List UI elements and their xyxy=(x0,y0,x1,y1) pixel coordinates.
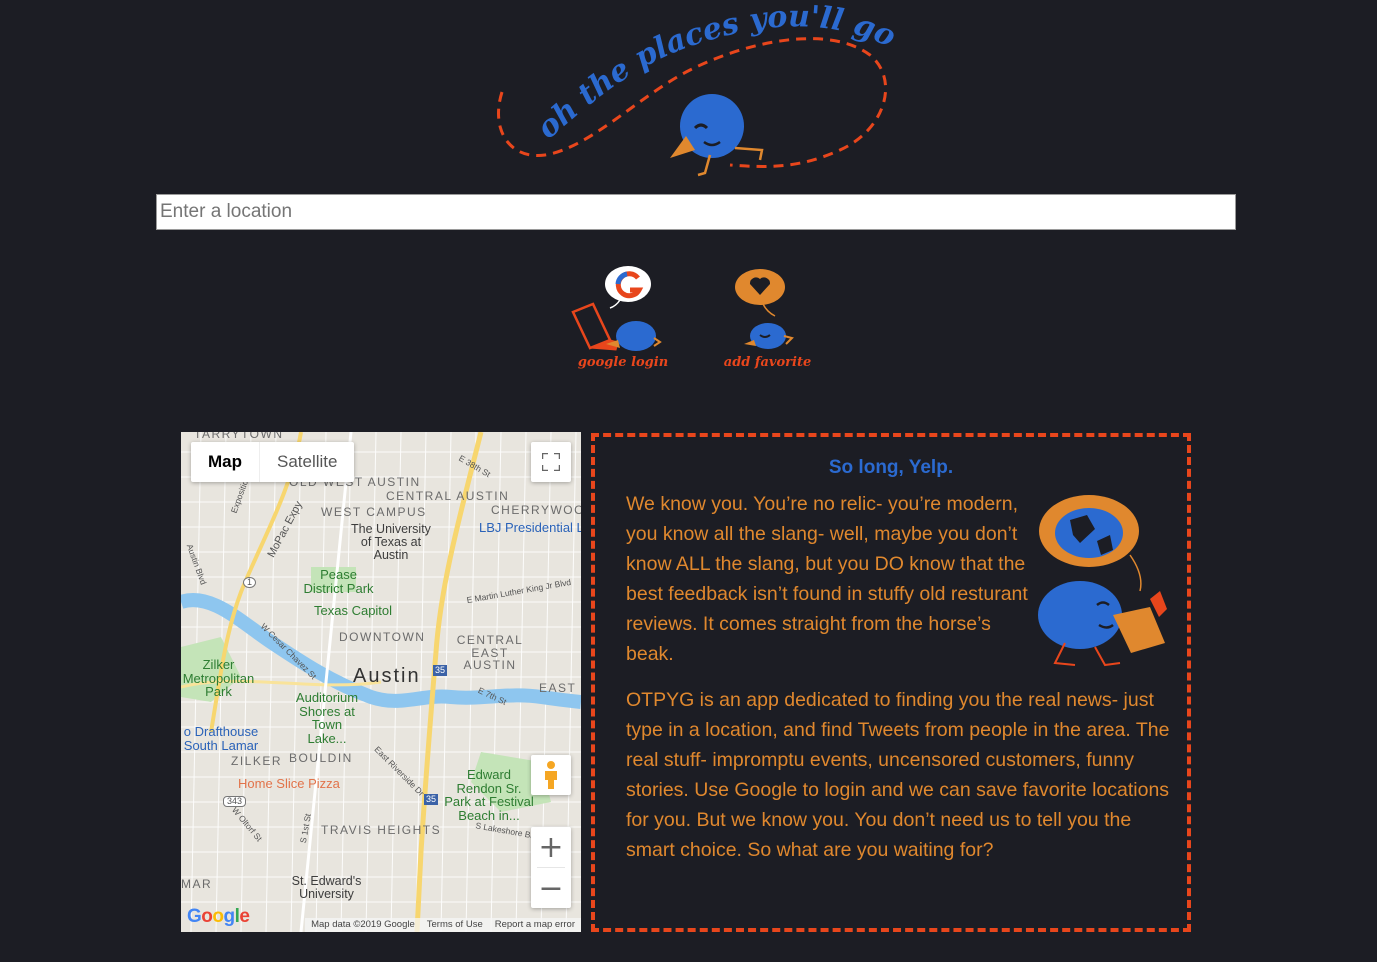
map-label-i35-shield: 35 xyxy=(433,665,448,677)
google-login-label: google login xyxy=(577,355,669,370)
zoom-in-button[interactable]: + xyxy=(531,827,571,867)
map-label-central-austin: CENTRAL AUSTIN xyxy=(386,489,510,503)
about-paragraph-2: OTPYG is an app dedicated to finding you… xyxy=(626,689,1170,861)
street-view-pegman-button[interactable] xyxy=(531,755,571,795)
google-login-button[interactable]: google login xyxy=(568,262,678,377)
map-label-auditorium-shores: Auditorium Shores at Town Lake... xyxy=(295,690,359,746)
google-logo[interactable]: Google xyxy=(187,906,250,928)
pegman-icon xyxy=(545,761,557,789)
map-label-west-campus: WEST CAMPUS xyxy=(321,505,427,519)
map-footer: Map data ©2019 Google Terms of Use Repor… xyxy=(305,918,581,932)
map-label-home-slice: Home Slice Pizza xyxy=(238,776,340,791)
map-label-zilker: ZILKER xyxy=(231,754,283,768)
map-label-central-east-austin: CENTRAL EAST AUSTIN xyxy=(456,633,524,673)
logo: oh the places you'll go! xyxy=(490,0,900,177)
map-label-austin: Austin xyxy=(353,665,421,687)
map-label-drafthouse: o Drafthouse South Lamar xyxy=(183,724,259,753)
zoom-control: + − xyxy=(531,827,571,908)
about-paragraph-1: We know you. You’re no relic- you’re mod… xyxy=(626,493,1028,665)
about-panel: So long, Yelp. We know you. You’re no re… xyxy=(591,433,1191,932)
map-label-cherrywood: CHERRYWOO xyxy=(491,503,581,517)
map-label-tarrytown: TARRYTOWN xyxy=(194,432,284,441)
fullscreen-button[interactable] xyxy=(531,442,571,482)
location-search-input[interactable] xyxy=(156,194,1236,230)
report-map-error-link[interactable]: Report a map error xyxy=(495,918,575,932)
map-label-east: EAST xyxy=(539,681,577,695)
map-label-edward-rendon: Edward Rendon Sr. Park at Festival Beach… xyxy=(444,767,534,823)
google-bird-laptop-icon xyxy=(571,266,662,351)
heart-bird-icon xyxy=(735,269,794,349)
bird-globe-icon xyxy=(1038,495,1167,667)
map-label-hwy343-shield: 343 xyxy=(223,796,247,808)
map-label-i35-shield: 35 xyxy=(424,794,439,806)
map-label-travis-heights: TRAVIS HEIGHTS xyxy=(321,823,442,837)
map-label-bouldin: BOULDIN xyxy=(289,751,353,765)
map-label-pease-park: Pease District Park xyxy=(303,567,374,596)
map-label-mar: MAR xyxy=(181,877,213,891)
map-label-zilker-park: Zilker Metropolitan Park xyxy=(182,657,255,700)
fullscreen-icon xyxy=(542,453,560,471)
map-label-lbj: LBJ Presidential L xyxy=(479,520,581,535)
add-favorite-button[interactable]: add favorite xyxy=(720,262,815,377)
map-label-texas-capitol: Texas Capitol xyxy=(314,603,393,618)
map-type-map-button[interactable]: Map xyxy=(191,442,259,482)
map-widget[interactable]: TARRYTOWN OLD WEST AUSTIN CENTRAL AUSTIN… xyxy=(181,432,581,932)
zoom-out-button[interactable]: − xyxy=(531,868,571,908)
map-label-st-edwards: St. Edward's University xyxy=(291,874,362,902)
map-label-ut: The University of Texas at Austin xyxy=(351,522,431,563)
bird-mascot-icon xyxy=(670,94,764,177)
about-title: So long, Yelp. xyxy=(828,457,954,478)
map-label-downtown: DOWNTOWN xyxy=(339,630,426,644)
map-type-satellite-button[interactable]: Satellite xyxy=(259,442,354,482)
map-data-attribution: Map data ©2019 Google xyxy=(311,919,415,930)
terms-of-use-link[interactable]: Terms of Use xyxy=(427,918,483,932)
add-favorite-label: add favorite xyxy=(723,355,812,370)
map-type-control: Map Satellite xyxy=(191,442,355,482)
